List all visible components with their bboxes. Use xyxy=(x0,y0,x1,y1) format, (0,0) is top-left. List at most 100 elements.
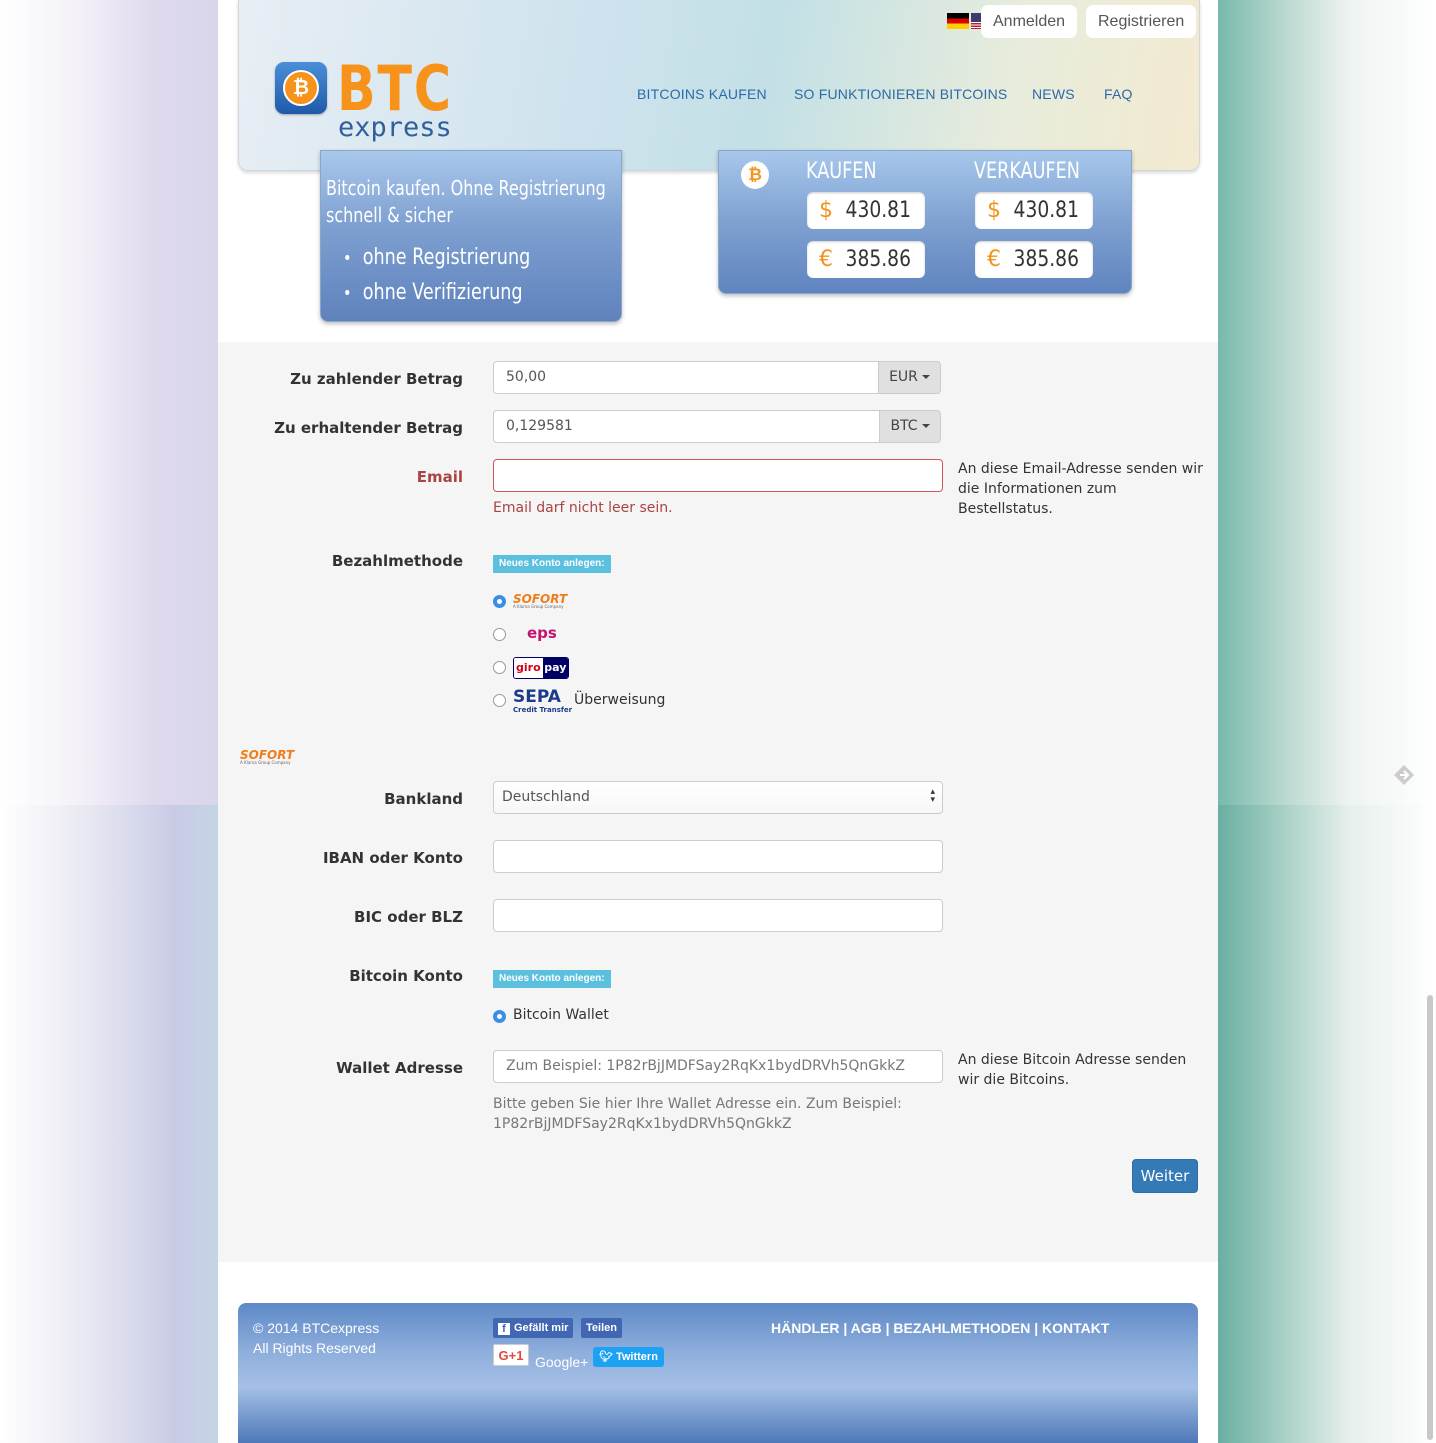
radio-eps[interactable] xyxy=(493,628,506,641)
email-error-text: Email darf nicht leer sein. xyxy=(493,500,673,516)
buy-price-usd: $ 430.81 xyxy=(807,192,925,229)
iban-input[interactable] xyxy=(493,840,943,873)
receive-currency-dropdown[interactable]: BTC xyxy=(879,410,941,443)
eps-logo-icon[interactable]: eps xyxy=(527,624,557,642)
twitter-bird-icon: 🐦︎ xyxy=(599,1351,613,1363)
email-label: Email xyxy=(416,468,463,486)
twitter-text: Twittern xyxy=(615,1351,658,1363)
wallet-help-below: Bitte geben Sie hier Ihre Wallet Adresse… xyxy=(493,1094,933,1134)
receive-currency-value: BTC xyxy=(890,418,918,434)
header: Anmelden Registrieren ₿ BTC express BITC… xyxy=(238,0,1200,171)
page-container: Anmelden Registrieren ₿ BTC express BITC… xyxy=(218,0,1218,1443)
rights-text: All Rights Reserved xyxy=(253,1340,376,1356)
sell-heading: VERKAUFEN xyxy=(974,159,1080,184)
caret-down-icon xyxy=(921,424,930,428)
buy-eur-value: 385.86 xyxy=(845,247,911,272)
facebook-like-button[interactable]: f Gefällt mir xyxy=(493,1318,574,1338)
footer: © 2014 BTCexpress All Rights Reserved fG… xyxy=(238,1303,1198,1443)
sell-price-usd: $ 430.81 xyxy=(975,192,1093,229)
background-right xyxy=(1218,0,1436,805)
facebook-share-button[interactable]: Teilen xyxy=(581,1318,622,1338)
bank-country-select[interactable]: Deutschland xyxy=(493,781,943,814)
background-left-lower xyxy=(0,805,218,1443)
nav-bitcoins-kaufen[interactable]: BITCOINS KAUFEN xyxy=(637,86,767,102)
google-plus-button[interactable]: G+1 xyxy=(493,1344,529,1366)
dollar-icon: $ xyxy=(987,198,1001,223)
giro-text: giro xyxy=(514,658,543,678)
register-button[interactable]: Registrieren xyxy=(1086,5,1197,38)
receive-amount-label: Zu erhaltender Betrag xyxy=(274,419,463,437)
new-account-badge[interactable]: Neues Konto anlegen: xyxy=(493,555,611,573)
pay-amount-label: Zu zahlender Betrag xyxy=(290,370,463,388)
receive-amount-input[interactable]: 0,129581 xyxy=(493,410,880,443)
bitcoin-wallet-label: Bitcoin Wallet xyxy=(513,1007,609,1023)
twitter-button[interactable]: 🐦︎ Twittern xyxy=(593,1347,664,1367)
footer-copyright: © 2014 BTCexpress All Rights Reserved xyxy=(253,1318,379,1358)
logo-text-express[interactable]: express xyxy=(338,112,452,143)
bank-country-label: Bankland xyxy=(384,790,463,808)
google-plus-label: Google+ xyxy=(535,1354,589,1370)
pay-currency-value: EUR xyxy=(889,369,918,385)
sell-price-eur: € 385.86 xyxy=(975,241,1093,278)
radio-sepa[interactable] xyxy=(493,694,506,707)
wallet-help-line1: Bitte geben Sie hier Ihre Wallet Adresse… xyxy=(493,1096,902,1112)
new-wallet-badge[interactable]: Neues Konto anlegen: xyxy=(493,970,611,988)
bitcoin-icon: ₿ xyxy=(741,161,769,189)
email-help-text: An diese Email-Adresse senden wir die In… xyxy=(958,461,1203,517)
wallet-help-line2: 1P82rBjJMDFSay2RqKx1bydDRVh5QnGkkZ xyxy=(493,1116,792,1132)
sepa-logo-icon[interactable]: SEPA Credit Transfer xyxy=(513,688,572,714)
price-ticker: ₿ KAUFEN VERKAUFEN $ 430.81 € 385.86 $ 4… xyxy=(718,150,1132,294)
footer-links[interactable]: HÄNDLER | AGB | BEZAHLMETHODEN | KONTAKT xyxy=(771,1318,1109,1338)
nav-so-funktionieren[interactable]: SO FUNKTIONIEREN BITCOINS xyxy=(794,86,1007,102)
bic-input[interactable] xyxy=(493,899,943,932)
promo-title-line2: schnell & sicher xyxy=(326,203,453,227)
sofort-subtext: A Klarna Group Company xyxy=(513,604,564,609)
copyright-text: © 2014 BTCexpress xyxy=(253,1320,380,1336)
promo-title: Bitcoin kaufen. Ohne Registrierung schne… xyxy=(326,175,614,229)
bitcoin-account-label: Bitcoin Konto xyxy=(349,967,463,985)
dollar-icon: $ xyxy=(819,198,833,223)
email-input[interactable] xyxy=(493,459,943,492)
wallet-address-input[interactable]: Zum Beispiel: 1P82rBjJMDFSay2RqKx1bydDRV… xyxy=(493,1050,943,1083)
facebook-icon: f xyxy=(498,1323,510,1335)
diamond-icon[interactable] xyxy=(1393,764,1415,786)
pay-currency-dropdown[interactable]: EUR xyxy=(878,361,941,394)
pay-text: pay xyxy=(542,658,568,678)
sofort-logo-icon[interactable]: SOFORT A Klarna Group Company xyxy=(513,592,567,609)
radio-sofort[interactable] xyxy=(493,595,506,608)
sofort-section-subtext: A Klarna Group Company xyxy=(240,760,291,765)
wallet-address-label: Wallet Adresse xyxy=(336,1059,463,1077)
bitcoin-coin-icon: ₿ xyxy=(283,70,319,106)
radio-bitcoin-wallet[interactable] xyxy=(493,1010,506,1023)
login-button[interactable]: Anmelden xyxy=(981,5,1078,38)
iban-label: IBAN oder Konto xyxy=(322,849,463,867)
euro-icon: € xyxy=(987,247,1001,272)
promo-list: ohne Registrierung ohne Verifizierung xyxy=(343,241,631,311)
background-right-lower xyxy=(1218,805,1436,1443)
wallet-help-right: An diese Bitcoin Adresse senden wir die … xyxy=(958,1052,1187,1088)
promo-box: Bitcoin kaufen. Ohne Registrierung schne… xyxy=(320,150,622,322)
promo-bullet: ohne Registrierung xyxy=(343,241,631,276)
sell-eur-value: 385.86 xyxy=(1013,247,1079,272)
promo-title-line1: Bitcoin kaufen. Ohne Registrierung xyxy=(326,176,606,200)
pay-amount-input[interactable]: 50,00 xyxy=(493,361,879,394)
bank-country-value: Deutschland xyxy=(502,789,590,805)
german-flag-icon[interactable] xyxy=(947,13,969,29)
caret-down-icon xyxy=(921,375,930,379)
promo-bullet: ohne Verifizierung xyxy=(343,276,631,311)
sepa-label: Überweisung xyxy=(574,692,666,708)
scrollbar-thumb[interactable] xyxy=(1427,995,1433,1440)
nav-news[interactable]: NEWS xyxy=(1032,86,1075,102)
logo-icon[interactable]: ₿ xyxy=(275,62,327,114)
radio-giropay[interactable] xyxy=(493,661,506,674)
sepa-text: SEPA xyxy=(513,687,561,707)
submit-button[interactable]: Weiter xyxy=(1132,1159,1198,1193)
nav-faq[interactable]: FAQ xyxy=(1104,86,1133,102)
giropay-logo-icon[interactable]: giro pay xyxy=(513,657,569,679)
buy-heading: KAUFEN xyxy=(806,159,877,184)
buy-price-eur: € 385.86 xyxy=(807,241,925,278)
fb-like-text: Gefällt mir xyxy=(514,1322,569,1334)
euro-icon: € xyxy=(819,247,833,272)
bic-label: BIC oder BLZ xyxy=(354,908,463,926)
sofort-section-logo-icon: SOFORT A Klarna Group Company xyxy=(240,748,294,765)
